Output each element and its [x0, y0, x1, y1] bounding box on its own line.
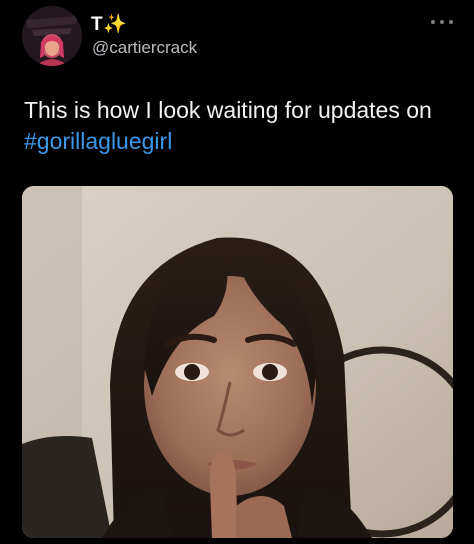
more-horizontal-icon[interactable] — [431, 16, 453, 28]
tweet-photo[interactable] — [22, 186, 453, 538]
avatar-image — [22, 6, 82, 66]
dot — [440, 20, 444, 24]
tweet: T✨ @cartiercrack This is how I look wait… — [0, 0, 474, 544]
user-handle[interactable]: @cartiercrack — [92, 37, 197, 59]
hashtag-link[interactable]: #gorillagluegirl — [24, 128, 172, 154]
display-name[interactable]: T✨ — [91, 14, 127, 36]
tweet-text: This is how I look waiting for updates o… — [24, 95, 459, 157]
tweet-text-main: This is how I look waiting for updates o… — [24, 97, 432, 123]
photo-woman-thinking — [22, 186, 453, 538]
dot — [431, 20, 435, 24]
profile-avatar[interactable] — [22, 6, 82, 66]
dot — [449, 20, 453, 24]
